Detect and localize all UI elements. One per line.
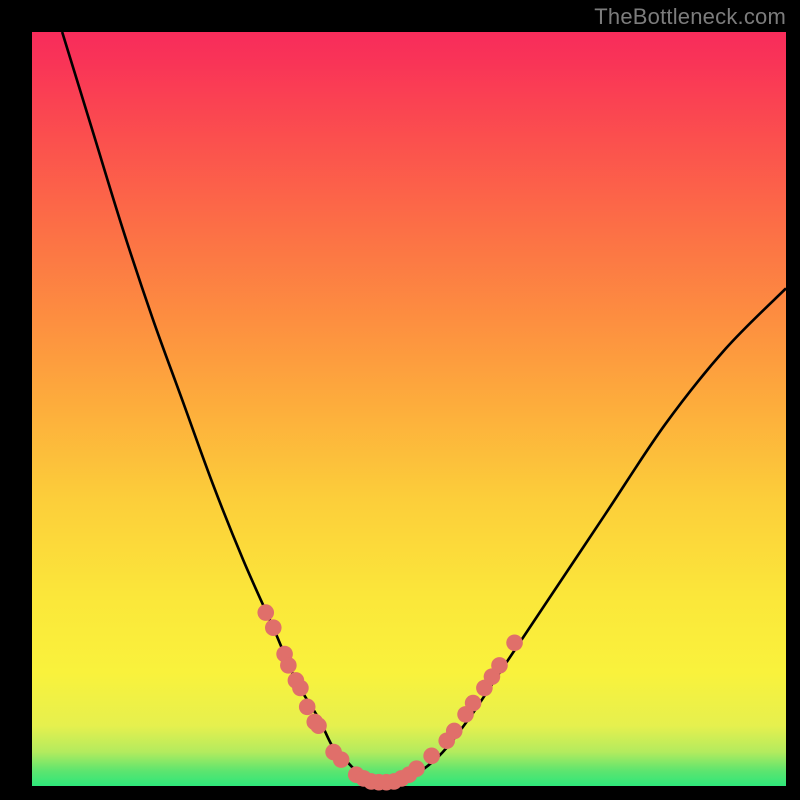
watermark-text: TheBottleneck.com [594, 4, 786, 30]
plot-area [32, 32, 786, 786]
curve-marker [446, 723, 463, 740]
curve-marker [299, 699, 316, 716]
curve-marker [408, 760, 425, 777]
curve-marker [280, 657, 297, 674]
curve-marker [265, 619, 282, 636]
chart-frame: TheBottleneck.com [0, 0, 800, 800]
curve-marker [257, 604, 274, 621]
curve-marker [465, 695, 482, 712]
bottleneck-curve-svg [32, 32, 786, 786]
curve-marker [292, 680, 309, 697]
curve-marker [333, 751, 350, 768]
curve-marker [491, 657, 508, 674]
curve-marker [423, 748, 440, 765]
bottleneck-curve [62, 32, 786, 783]
curve-marker [310, 717, 327, 734]
curve-marker [506, 634, 523, 651]
